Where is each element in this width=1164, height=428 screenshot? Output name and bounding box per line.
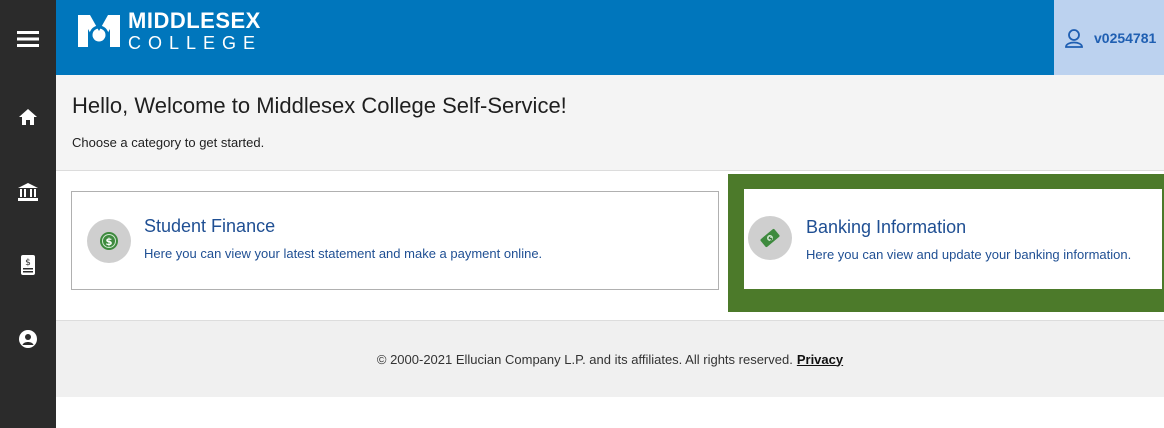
sidebar-item-banking[interactable]	[0, 167, 56, 217]
bank-icon	[18, 183, 38, 201]
home-icon	[19, 109, 37, 125]
banking-information-title[interactable]: Banking Information	[806, 217, 966, 238]
student-finance-description: Here you can view your latest statement …	[144, 246, 543, 261]
page-subtitle: Choose a category to get started.	[72, 135, 265, 150]
user-icon	[1064, 28, 1084, 48]
money-bill-icon: $	[748, 216, 792, 260]
page-footer: © 2000-2021 Ellucian Company L.P. and it…	[56, 320, 1164, 397]
student-finance-title[interactable]: Student Finance	[144, 216, 275, 237]
welcome-section: Hello, Welcome to Middlesex College Self…	[56, 75, 1164, 171]
sidebar-item-finance[interactable]: $	[0, 240, 56, 290]
user-menu[interactable]: v0254781	[1054, 0, 1164, 75]
finance-document-icon: $	[21, 255, 35, 275]
college-logo[interactable]: MIDDLESEX COLLEGE	[76, 10, 262, 52]
sidebar-item-home[interactable]	[0, 92, 56, 142]
hamburger-menu-icon	[17, 31, 39, 47]
student-finance-card[interactable]: $ Student Finance Here you can view your…	[71, 191, 719, 290]
svg-text:$: $	[106, 237, 113, 248]
user-id: v0254781	[1094, 29, 1157, 46]
sidebar-item-profile[interactable]	[0, 314, 56, 364]
privacy-link[interactable]: Privacy	[797, 352, 843, 367]
top-header: MIDDLESEX COLLEGE v0254781	[56, 0, 1164, 75]
banking-information-card[interactable]: $ Banking Information Here you can view …	[744, 189, 1162, 289]
user-profile-icon	[19, 330, 37, 348]
banking-information-description: Here you can view and update your bankin…	[806, 247, 1132, 262]
left-sidebar: $	[0, 0, 56, 428]
logo-subtitle: COLLEGE	[128, 33, 263, 53]
logo-title: MIDDLESEX	[128, 8, 261, 33]
svg-text:$: $	[25, 258, 31, 268]
copyright-text: © 2000-2021 Ellucian Company L.P. and it…	[376, 351, 793, 367]
college-logo-mark-icon	[78, 15, 120, 47]
dollar-coin-icon: $	[87, 219, 131, 263]
page-title: Hello, Welcome to Middlesex College Self…	[72, 93, 567, 118]
menu-button[interactable]	[0, 14, 56, 64]
